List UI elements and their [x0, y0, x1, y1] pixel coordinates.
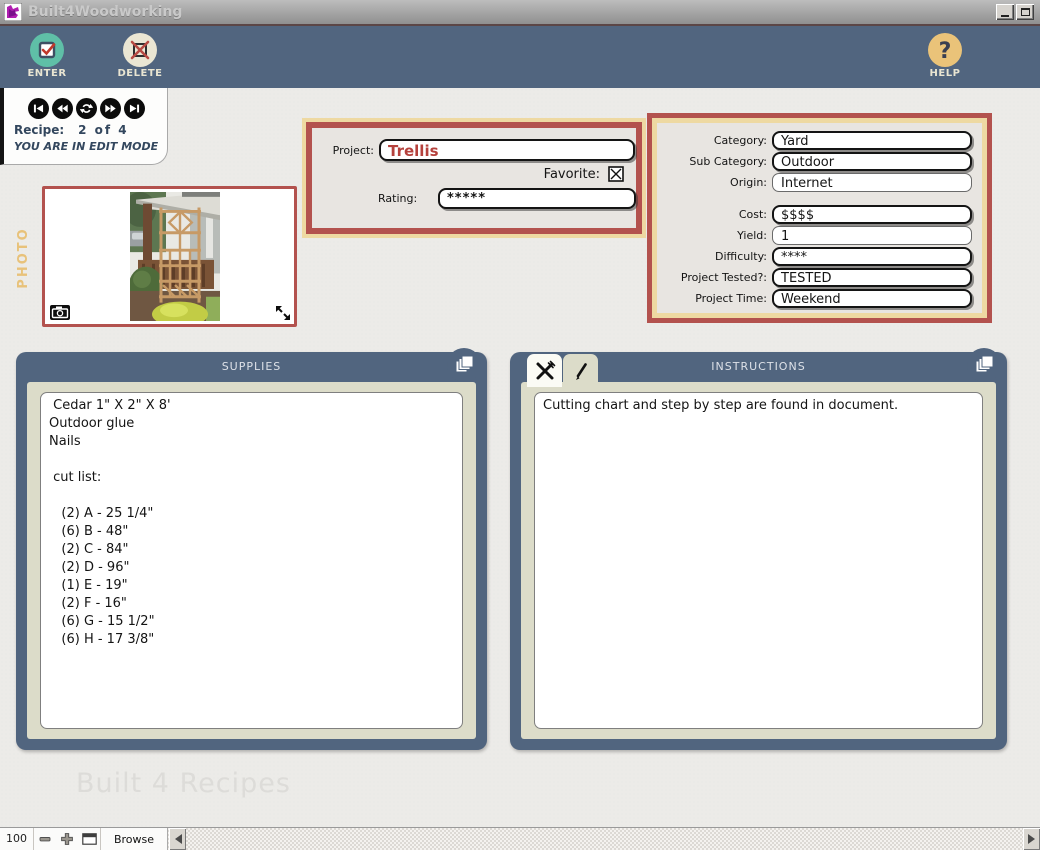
project-group-box: Project: Trellis Favorite: Rating: ***** — [302, 118, 646, 238]
difficulty-field[interactable]: **** — [772, 247, 972, 266]
project-label: Project: — [312, 144, 374, 157]
supplies-title: SUPPLIES — [16, 352, 487, 382]
difficulty-label: Difficulty: — [657, 250, 767, 263]
origin-field[interactable]: Internet — [772, 173, 972, 192]
utensils-icon — [534, 360, 556, 382]
next-record-icon — [104, 102, 117, 115]
supplies-body: Cedar 1" X 2" X 8' Outdoor glue Nails cu… — [27, 382, 476, 739]
camera-icon[interactable] — [50, 305, 70, 320]
delete-record-icon — [123, 33, 157, 67]
project-name-field[interactable]: Trellis — [379, 139, 635, 161]
first-record-button[interactable] — [28, 98, 49, 119]
edit-mode-message: YOU ARE IN EDIT MODE — [4, 137, 167, 153]
trellis-photo — [130, 192, 220, 321]
rating-label: Rating: — [312, 192, 432, 205]
delete-label: DELETE — [109, 68, 171, 79]
mode-selector[interactable]: Browse — [101, 833, 167, 846]
scroll-right-button[interactable] — [1023, 828, 1040, 850]
sub-category-field[interactable]: Outdoor — [772, 152, 972, 171]
scroll-left-button[interactable] — [169, 828, 186, 850]
previous-record-icon — [56, 102, 69, 115]
yield-label: Yield: — [657, 229, 767, 242]
supplies-text-field[interactable]: Cedar 1" X 2" X 8' Outdoor glue Nails cu… — [40, 392, 463, 729]
toolbar: ENTER DELETE ? HELP — [0, 26, 1040, 88]
help-button[interactable]: ? HELP — [914, 33, 976, 79]
tab-recipe-utensils[interactable] — [527, 354, 562, 387]
svg-text:?: ? — [939, 39, 952, 64]
record-navigation-card: Recipe: 2 of 4 YOU ARE IN EDIT MODE — [0, 88, 168, 165]
last-record-button[interactable] — [124, 98, 145, 119]
minimize-icon — [1001, 15, 1009, 17]
status-bar: 100 Browse — [0, 827, 1040, 850]
scroll-left-icon — [170, 834, 182, 844]
zoom-out-button[interactable] — [34, 828, 56, 850]
project-time-label: Project Time: — [657, 292, 767, 305]
category-field[interactable]: Yard — [772, 131, 972, 150]
tab-edit-pencil[interactable] — [563, 354, 598, 387]
zoom-in-button[interactable] — [56, 828, 78, 850]
maximize-button[interactable] — [1016, 4, 1034, 20]
sub-category-label: Sub Category: — [657, 155, 767, 168]
pencil-icon — [570, 360, 592, 382]
app-icon — [4, 3, 22, 21]
minimize-button[interactable] — [996, 4, 1014, 20]
zoom-in-icon — [61, 833, 73, 845]
instructions-body: Cutting chart and step by step are found… — [521, 382, 996, 739]
layout-watermark: Built 4 Recipes — [76, 768, 291, 799]
help-label: HELP — [914, 68, 976, 79]
zoom-level-display[interactable]: 100 — [0, 828, 34, 850]
question-mark-icon: ? — [928, 33, 962, 67]
titlebar: Built4Woodworking — [0, 0, 1040, 26]
photo-container[interactable] — [42, 186, 297, 327]
cost-label: Cost: — [657, 208, 767, 221]
yield-field[interactable]: 1 — [772, 226, 972, 245]
app-window: Built4Woodworking ENTER DELETE — [0, 0, 1040, 850]
favorite-label: Favorite: — [544, 167, 600, 182]
supplies-panel: SUPPLIES Cedar 1" X 2" X 8' Outdoor glue… — [16, 352, 487, 750]
status-toggle-icon — [82, 833, 97, 845]
instructions-text-field[interactable]: Cutting chart and step by step are found… — [534, 392, 983, 729]
origin-label: Origin: — [657, 176, 767, 189]
status-area-toggle-button[interactable] — [78, 828, 100, 850]
last-record-icon — [128, 102, 141, 115]
details-group-box: Category: Yard Sub Category: Outdoor Ori… — [647, 113, 992, 323]
record-label: Recipe: — [14, 123, 64, 137]
enter-label: ENTER — [16, 68, 78, 79]
project-tested-label: Project Tested?: — [657, 271, 767, 284]
refresh-record-button[interactable] — [76, 98, 97, 119]
zoom-out-icon — [39, 833, 51, 845]
category-label: Category: — [657, 134, 767, 147]
project-time-field[interactable]: Weekend — [772, 289, 972, 308]
copy-pages-icon — [456, 356, 473, 372]
record-position: 2 of 4 — [78, 123, 129, 137]
copy-supplies-button[interactable] — [447, 348, 481, 382]
copy-instructions-button[interactable] — [967, 348, 1001, 382]
enter-button[interactable]: ENTER — [16, 33, 78, 79]
copy-pages-icon — [976, 356, 993, 372]
scroll-right-icon — [1028, 834, 1040, 844]
refresh-record-icon — [80, 102, 93, 115]
enter-checkbox-icon — [30, 33, 64, 67]
first-record-icon — [32, 102, 45, 115]
maximize-icon — [1021, 8, 1030, 16]
rating-field[interactable]: ***** — [438, 188, 636, 209]
window-title: Built4Woodworking — [28, 4, 182, 20]
cost-field[interactable]: $$$$ — [772, 205, 972, 224]
photo-label: PHOTO — [16, 218, 31, 298]
favorite-checkbox[interactable] — [608, 166, 624, 182]
instructions-panel: INSTRUCTIONS Cutting chart and step by — [510, 352, 1007, 750]
project-tested-field[interactable]: TESTED — [772, 268, 972, 287]
next-record-button[interactable] — [100, 98, 121, 119]
delete-button[interactable]: DELETE — [109, 33, 171, 79]
previous-record-button[interactable] — [52, 98, 73, 119]
resize-arrows-icon[interactable] — [275, 305, 291, 321]
